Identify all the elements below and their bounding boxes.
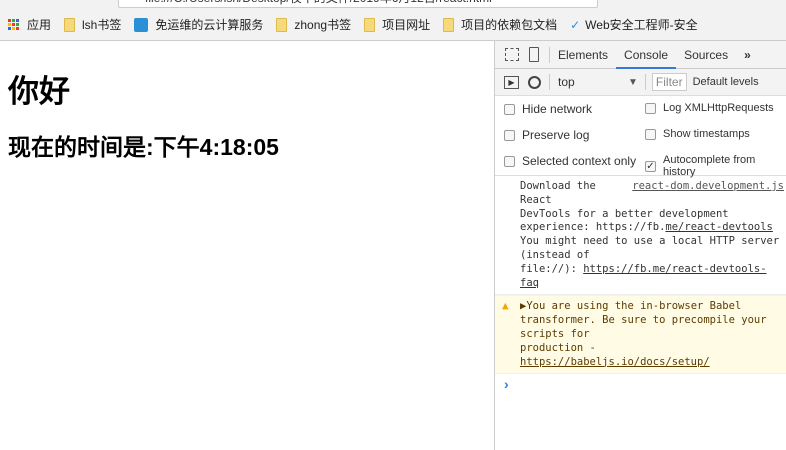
bookmark-label: lsh书签 bbox=[82, 18, 122, 32]
option-label: Log XMLHttpRequests bbox=[663, 102, 774, 114]
option-preserve-log[interactable]: Preserve log bbox=[504, 128, 589, 142]
folder-icon bbox=[443, 17, 455, 32]
console-prompt[interactable]: › bbox=[495, 374, 786, 392]
sidebar-toggle-icon[interactable]: ▶ bbox=[504, 75, 519, 89]
tab-sources[interactable]: Sources bbox=[676, 41, 736, 69]
option-selected-context[interactable]: Selected context only bbox=[504, 154, 636, 168]
message-text: Download the React bbox=[520, 180, 603, 206]
page-heading: 你好 bbox=[8, 74, 70, 109]
tab-elements[interactable]: Elements bbox=[550, 41, 616, 69]
bookmark-label: zhong书签 bbox=[294, 18, 352, 32]
message-text: production - bbox=[520, 341, 603, 354]
bookmark-web-security[interactable]: ✓ Web安全工程师-安全 bbox=[570, 16, 698, 33]
option-label: Hide network bbox=[522, 102, 593, 116]
bookmark-label: 项目网址 bbox=[382, 18, 431, 32]
checkbox[interactable] bbox=[504, 155, 515, 167]
checkbox[interactable] bbox=[504, 129, 515, 141]
message-text: You might need to use a local HTTP serve… bbox=[520, 235, 786, 261]
checkbox[interactable] bbox=[645, 102, 656, 114]
folder-icon bbox=[276, 17, 288, 32]
device-toolbar-icon[interactable] bbox=[529, 47, 539, 62]
option-autocomplete[interactable]: ✓ Autocomplete from history bbox=[645, 154, 783, 178]
bookmark-apps[interactable]: 应用 bbox=[8, 16, 51, 33]
option-label: Selected context only bbox=[522, 154, 637, 168]
chevron-down-icon: ▼ bbox=[628, 76, 638, 88]
web-security-icon: ✓ bbox=[570, 17, 581, 32]
console-settings: Hide network Log XMLHttpRequests Preserv… bbox=[495, 96, 786, 178]
apps-icon bbox=[8, 18, 20, 31]
option-label: Show timestamps bbox=[663, 128, 750, 140]
bookmarks-bar: 应用 lsh书签 免运维的云计算服务 zhong书签 项目网址 项目的依赖包文档… bbox=[0, 9, 786, 41]
message-text: You are using the in-browser Babel bbox=[526, 300, 742, 313]
checkbox-checked[interactable]: ✓ bbox=[645, 160, 656, 172]
bookmark-label: 应用 bbox=[27, 18, 52, 32]
filter-input[interactable]: Filter bbox=[651, 73, 687, 91]
clear-console-icon[interactable] bbox=[528, 75, 541, 89]
option-hide-network[interactable]: Hide network bbox=[504, 102, 592, 116]
option-log-xhr[interactable]: Log XMLHttpRequests bbox=[645, 102, 783, 114]
devtools-link[interactable]: me/react-devtools bbox=[665, 221, 772, 233]
bookmark-label: 项目的依赖包文档 bbox=[461, 18, 558, 32]
option-label: Autocomplete from history bbox=[663, 154, 756, 178]
page-content: 你好 现在的时间是:下午4:18:05 bbox=[0, 41, 494, 450]
bookmark-label: Web安全工程师-安全 bbox=[585, 18, 698, 32]
time-text: 现在的时间是:下午4:18:05 bbox=[8, 134, 279, 160]
address-bar[interactable]: file:///C:/Users/lsh/Desktop/夜十的文件/2019年… bbox=[118, 0, 598, 8]
source-link[interactable]: react-dom.development.js bbox=[632, 180, 784, 194]
divider bbox=[549, 74, 550, 90]
bookmark-project-urls[interactable]: 项目网址 bbox=[364, 16, 430, 33]
warning-icon: ▲ bbox=[502, 299, 509, 313]
context-select[interactable]: top bbox=[558, 75, 628, 89]
levels-select[interactable]: Default levels bbox=[693, 76, 759, 88]
bookmark-dependency-docs[interactable]: 项目的依赖包文档 bbox=[443, 16, 557, 33]
devtools-panel: Elements Console Sources » ▶ top ▼ Filte… bbox=[494, 41, 786, 450]
bookmark-cloud[interactable]: 免运维的云计算服务 bbox=[134, 16, 263, 33]
bookmark-label: 免运维的云计算服务 bbox=[155, 18, 264, 32]
devtools-tabs: Elements Console Sources » bbox=[495, 41, 786, 69]
checkbox[interactable] bbox=[645, 128, 656, 140]
inspect-element-icon[interactable] bbox=[505, 48, 519, 61]
cloud-service-icon bbox=[134, 17, 149, 32]
console-toolbar: ▶ top ▼ Filter Default levels bbox=[495, 69, 786, 96]
option-label: Preserve log bbox=[522, 128, 590, 142]
folder-icon bbox=[364, 17, 376, 32]
tab-console[interactable]: Console bbox=[616, 41, 677, 69]
message-text: transformer. Be sure to precompile your … bbox=[520, 314, 773, 340]
babel-link[interactable]: https://babeljs.io/docs/setup/ bbox=[520, 356, 710, 368]
checkbox[interactable] bbox=[504, 103, 515, 115]
option-show-timestamps[interactable]: Show timestamps bbox=[645, 128, 783, 140]
console-message-info: react-dom.development.js Download the Rea… bbox=[495, 176, 786, 296]
console-message-warning: ▲ ▶You are using the in-browser Babel tra… bbox=[495, 295, 786, 375]
more-tabs-button[interactable]: » bbox=[736, 41, 759, 69]
folder-icon bbox=[64, 17, 76, 32]
divider bbox=[644, 74, 646, 90]
bookmark-zhong[interactable]: zhong书签 bbox=[276, 16, 351, 33]
message-text: file://): bbox=[520, 262, 584, 275]
browser-toolbar: file:///C:/Users/lsh/Desktop/夜十的文件/2019年… bbox=[0, 0, 786, 9]
bookmark-lsh[interactable]: lsh书签 bbox=[64, 16, 121, 33]
